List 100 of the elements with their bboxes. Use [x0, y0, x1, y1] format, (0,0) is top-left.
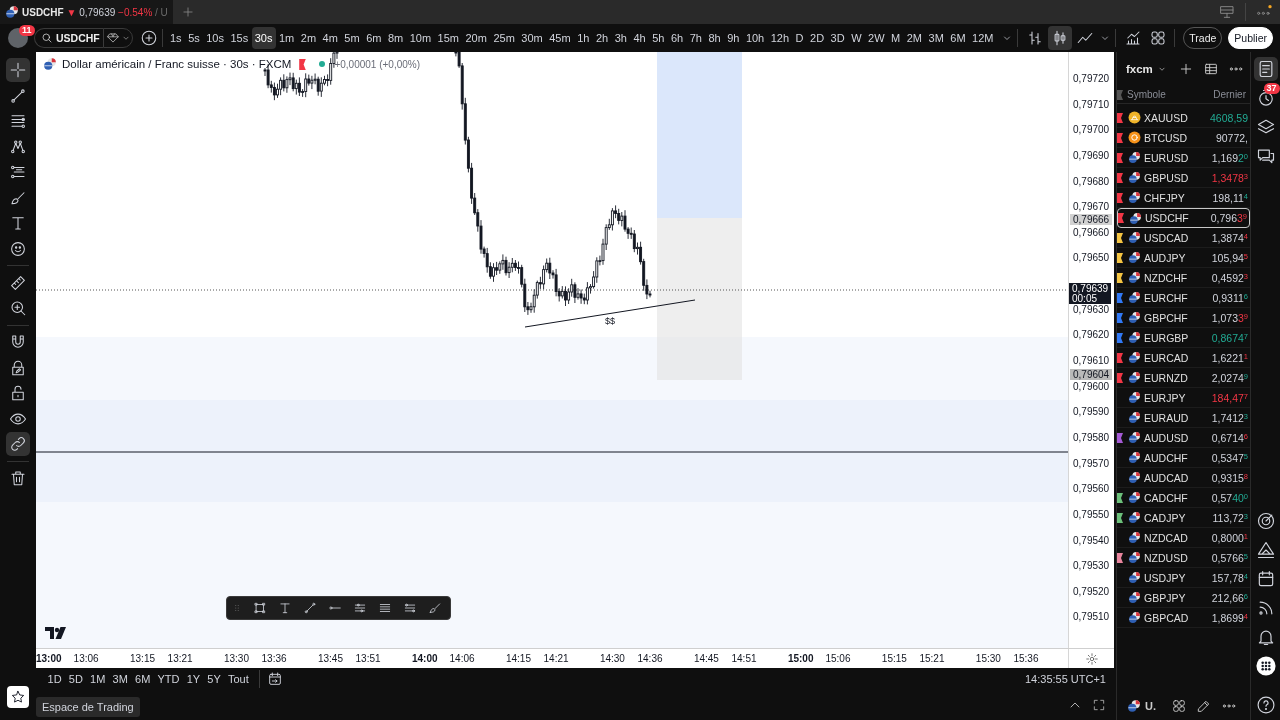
brush-icon[interactable] [428, 601, 442, 615]
text-tool-icon[interactable] [9, 214, 27, 232]
trend-line-icon[interactable] [9, 86, 27, 105]
rectangle-icon[interactable] [253, 601, 267, 615]
interval-tab[interactable]: 4h [630, 27, 649, 49]
watchlist-row[interactable]: GBPCAD 1,8699$^{4}$ [1117, 608, 1250, 628]
watchlist-row[interactable]: CHFJPY 198,11$^{4}$ [1117, 188, 1250, 208]
edit-icon[interactable] [1196, 698, 1212, 714]
publish-button[interactable]: Publier [1228, 27, 1273, 49]
watchlist-row[interactable]: GBPJPY 212,66$^{6}$ [1117, 588, 1250, 608]
interval-tab[interactable]: M [888, 27, 904, 49]
interval-tab[interactable]: 1s [167, 27, 185, 49]
zigzag-icon[interactable] [9, 137, 27, 156]
watchlist-row[interactable]: USDCHF 0,7963$^{9}$ [1117, 208, 1250, 228]
horizontal-lines-icon[interactable] [378, 601, 392, 615]
interval-tab[interactable]: 10s [203, 27, 227, 49]
interval-tab[interactable]: 10h [742, 27, 768, 49]
symbol-button[interactable]: U. [1127, 699, 1156, 713]
range-tab[interactable]: Tout [224, 673, 253, 685]
interval-tab[interactable]: 30s [251, 27, 276, 49]
crosshair-icon[interactable] [6, 58, 30, 82]
range-tab[interactable]: 1Y [183, 673, 204, 685]
interval-tab[interactable]: 8m [384, 27, 407, 49]
interval-tab[interactable]: 2W [865, 27, 888, 49]
watchlist-row[interactable]: BTCUSD 90772, [1117, 128, 1250, 148]
link-icon[interactable] [6, 432, 30, 456]
interval-tab[interactable]: 3h [611, 27, 630, 49]
plus-circle-icon[interactable] [140, 29, 158, 47]
indicators-icon[interactable] [1124, 29, 1142, 47]
trend-line-icon[interactable] [303, 601, 317, 615]
interval-tab[interactable]: W [848, 27, 865, 49]
watchlist-row[interactable]: USDJPY 157,78$^{4}$ [1117, 568, 1250, 588]
interval-tab[interactable]: 4m [319, 27, 341, 49]
expand-icon[interactable] [1092, 698, 1106, 712]
help-icon[interactable] [1255, 695, 1276, 715]
interval-tab[interactable]: 30m [518, 27, 546, 49]
interval-tab[interactable]: 8h [705, 27, 724, 49]
range-tab[interactable]: YTD [153, 673, 184, 685]
flag-icon[interactable] [1117, 172, 1123, 183]
watchlist-row[interactable]: EURAUD 1,7412$^{3}$ [1117, 408, 1250, 428]
interval-tab[interactable]: 25m [490, 27, 518, 49]
interval-tab[interactable]: 9h [724, 27, 743, 49]
flag-icon[interactable] [1117, 152, 1123, 163]
interval-tab[interactable]: 5s [185, 27, 203, 49]
watchlist-row[interactable]: AUDCHF 0,5347$^{5}$ [1117, 448, 1250, 468]
watchlist-row[interactable]: EURNZD 2,0274$^{9}$ [1117, 368, 1250, 388]
interval-tab[interactable]: 15s [227, 27, 252, 49]
watchlist-row[interactable]: AUDUSD 0,6714$^{6}$ [1117, 428, 1250, 448]
flag-icon[interactable] [1118, 213, 1124, 223]
watchlist-row[interactable]: AUDJPY 105,94$^{5}$ [1117, 248, 1250, 268]
flag-icon[interactable] [1117, 552, 1123, 563]
logo[interactable] [45, 627, 66, 639]
plus-icon[interactable] [1178, 61, 1194, 77]
interval-tab[interactable]: 3M [925, 27, 947, 49]
range-tab[interactable]: 6M [131, 673, 154, 685]
watchlist-row[interactable]: GBPUSD 1,3478$^{3}$ [1117, 168, 1250, 188]
apps-grid-icon[interactable] [1255, 656, 1276, 676]
target-icon[interactable] [1255, 511, 1276, 531]
flag-icon[interactable] [1117, 492, 1123, 503]
range-tab[interactable]: 5Y [203, 673, 225, 685]
parallel-lines-icon[interactable] [9, 163, 27, 181]
column-header[interactable]: Dernier [1213, 89, 1250, 100]
watchlist-row[interactable]: EURCHF 0,9311$^{6}$ [1117, 288, 1250, 308]
parallel-lines-icon[interactable] [353, 601, 367, 615]
mountain-icon[interactable] [1255, 540, 1276, 560]
range-tab[interactable]: 3M [108, 673, 132, 685]
watchlist-row[interactable]: EURGBP 0,8674$^{7}$ [1117, 328, 1250, 348]
interval-tab[interactable]: 2m [297, 27, 320, 49]
flag-icon[interactable] [1117, 252, 1123, 263]
interval-tab[interactable]: 20m [462, 27, 490, 49]
flag-icon[interactable] [1117, 352, 1123, 363]
watchlist-row[interactable]: NZDCAD 0,8000$^{1}$ [1117, 528, 1250, 548]
list-icon[interactable] [1253, 57, 1278, 81]
lock-icon[interactable] [9, 384, 27, 402]
interval-tab[interactable]: 45m [546, 27, 574, 49]
watchlist-row[interactable]: NZDUSD 0,5766$^{5}$ [1117, 548, 1250, 568]
interval-tab[interactable]: 5m [341, 27, 363, 49]
smiley-icon[interactable] [9, 239, 27, 258]
interval-tab[interactable]: 6h [667, 27, 687, 49]
interval-tab[interactable]: 15m [434, 27, 462, 49]
text-tool-icon[interactable] [278, 601, 292, 615]
watchlist-row[interactable]: EURUSD 1,1692$^{0}$ [1117, 148, 1250, 168]
range-tab[interactable]: 5D [65, 673, 87, 685]
layout-grid-icon[interactable] [1149, 29, 1167, 47]
watchlist-row[interactable]: GBPCHF 1,0733$^{9}$ [1117, 308, 1250, 328]
ruler-icon[interactable] [9, 273, 27, 292]
interval-tab[interactable]: 2M [903, 27, 925, 49]
clock-label[interactable]: 14:35:55 UTC+1 [1024, 673, 1106, 685]
interval-tab[interactable]: 10m [406, 27, 435, 49]
magnet-icon[interactable] [9, 333, 27, 351]
watchlist-row[interactable]: USDCAD 1,3874$^{4}$ [1117, 228, 1250, 248]
interval-tab[interactable]: 7h [686, 27, 705, 49]
interval-tab[interactable]: 5h [649, 27, 668, 49]
interval-tab[interactable]: 1h [574, 27, 593, 49]
zoom-in-icon[interactable] [9, 299, 27, 317]
settings-icon[interactable] [1084, 651, 1099, 666]
channel-icon[interactable] [403, 601, 417, 615]
pencil-lock-icon[interactable] [9, 358, 27, 377]
interval-tab[interactable]: 12h [767, 27, 793, 49]
watchlist-row[interactable]: CADCHF 0,5740$^{0}$ [1117, 488, 1250, 508]
